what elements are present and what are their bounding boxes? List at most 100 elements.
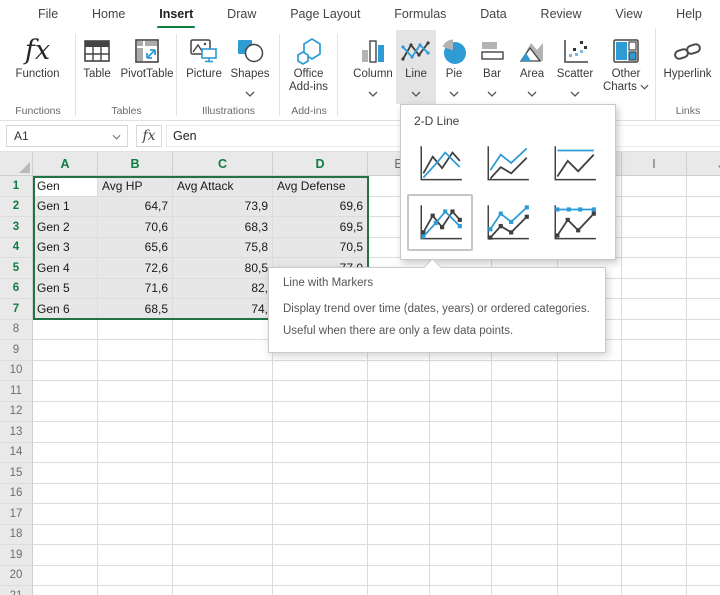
cell-G17[interactable] (492, 504, 558, 525)
cell-J18[interactable] (687, 525, 720, 546)
cell-C17[interactable] (173, 504, 273, 525)
cell-I20[interactable] (622, 566, 687, 587)
cell-E15[interactable] (368, 463, 430, 484)
cell-F13[interactable] (430, 422, 492, 443)
cell-J2[interactable] (687, 197, 720, 218)
cell-F12[interactable] (430, 402, 492, 423)
row-number-16[interactable]: 16 (0, 484, 33, 505)
cell-D10[interactable] (273, 361, 368, 382)
menu-item-formulas[interactable]: Formulas (392, 1, 448, 27)
cell-G20[interactable] (492, 566, 558, 587)
scatter-chart-button[interactable]: Scatter (552, 30, 598, 104)
gallery-item-100-percent-stacked-line-with-markers[interactable] (541, 194, 607, 251)
other-charts-button[interactable]: Other Charts (598, 30, 654, 104)
row-number-2[interactable]: 2 (0, 197, 33, 218)
cell-A3[interactable]: Gen 2 (33, 217, 98, 238)
cell-C1[interactable]: Avg Attack (173, 176, 273, 197)
cell-I10[interactable] (622, 361, 687, 382)
cell-C14[interactable] (173, 443, 273, 464)
cell-F10[interactable] (430, 361, 492, 382)
cell-I15[interactable] (622, 463, 687, 484)
cell-F17[interactable] (430, 504, 492, 525)
cell-B15[interactable] (98, 463, 173, 484)
cell-A9[interactable] (33, 340, 98, 361)
cell-J16[interactable] (687, 484, 720, 505)
row-number-5[interactable]: 5 (0, 258, 33, 279)
cell-I13[interactable] (622, 422, 687, 443)
cell-I2[interactable] (622, 197, 687, 218)
cell-J8[interactable] (687, 320, 720, 341)
cell-H15[interactable] (558, 463, 622, 484)
cell-J5[interactable] (687, 258, 720, 279)
column-chart-button[interactable]: Column (350, 30, 396, 104)
cell-G14[interactable] (492, 443, 558, 464)
name-box[interactable]: A1 (6, 125, 128, 147)
cell-B4[interactable]: 65,6 (98, 238, 173, 259)
menu-item-review[interactable]: Review (539, 1, 584, 27)
cell-J10[interactable] (687, 361, 720, 382)
gallery-item-100-percent-stacked-line[interactable] (541, 135, 607, 192)
cell-G10[interactable] (492, 361, 558, 382)
cell-E12[interactable] (368, 402, 430, 423)
cell-E18[interactable] (368, 525, 430, 546)
cell-C12[interactable] (173, 402, 273, 423)
row-number-4[interactable]: 4 (0, 238, 33, 259)
cell-B16[interactable] (98, 484, 173, 505)
cell-C4[interactable]: 75,8 (173, 238, 273, 259)
cell-A2[interactable]: Gen 1 (33, 197, 98, 218)
cell-D13[interactable] (273, 422, 368, 443)
cell-C18[interactable] (173, 525, 273, 546)
cell-H13[interactable] (558, 422, 622, 443)
cell-F14[interactable] (430, 443, 492, 464)
cell-G16[interactable] (492, 484, 558, 505)
row-number-14[interactable]: 14 (0, 443, 33, 464)
cell-B6[interactable]: 71,6 (98, 279, 173, 300)
cell-I5[interactable] (622, 258, 687, 279)
cell-A1[interactable]: Gen (33, 176, 98, 197)
cell-H16[interactable] (558, 484, 622, 505)
cell-J13[interactable] (687, 422, 720, 443)
cell-I9[interactable] (622, 340, 687, 361)
cell-F18[interactable] (430, 525, 492, 546)
column-header-b[interactable]: B (98, 152, 173, 176)
pivottable-button[interactable]: PivotTable (118, 30, 176, 104)
cell-J17[interactable] (687, 504, 720, 525)
cell-A18[interactable] (33, 525, 98, 546)
column-header-j[interactable]: J (687, 152, 720, 176)
cell-H18[interactable] (558, 525, 622, 546)
cell-A17[interactable] (33, 504, 98, 525)
cell-I14[interactable] (622, 443, 687, 464)
cell-D20[interactable] (273, 566, 368, 587)
row-number-20[interactable]: 20 (0, 566, 33, 587)
cell-A4[interactable]: Gen 3 (33, 238, 98, 259)
cell-A19[interactable] (33, 545, 98, 566)
cell-A13[interactable] (33, 422, 98, 443)
cell-D2[interactable]: 69,6 (273, 197, 368, 218)
cell-A11[interactable] (33, 381, 98, 402)
row-number-17[interactable]: 17 (0, 504, 33, 525)
gallery-item-line[interactable] (407, 135, 473, 192)
cell-D3[interactable]: 69,5 (273, 217, 368, 238)
cell-A6[interactable]: Gen 5 (33, 279, 98, 300)
cell-D11[interactable] (273, 381, 368, 402)
cell-D4[interactable]: 70,5 (273, 238, 368, 259)
cell-J14[interactable] (687, 443, 720, 464)
cell-J21[interactable] (687, 586, 720, 595)
cell-I18[interactable] (622, 525, 687, 546)
cell-G19[interactable] (492, 545, 558, 566)
column-header-d[interactable]: D (273, 152, 368, 176)
row-number-9[interactable]: 9 (0, 340, 33, 361)
cell-D17[interactable] (273, 504, 368, 525)
cell-C9[interactable] (173, 340, 273, 361)
row-number-3[interactable]: 3 (0, 217, 33, 238)
bar-chart-button[interactable]: Bar (472, 30, 512, 104)
cell-H10[interactable] (558, 361, 622, 382)
cell-D21[interactable] (273, 586, 368, 595)
cell-A21[interactable] (33, 586, 98, 595)
cell-E21[interactable] (368, 586, 430, 595)
cell-G21[interactable] (492, 586, 558, 595)
cell-D18[interactable] (273, 525, 368, 546)
cell-B9[interactable] (98, 340, 173, 361)
row-number-12[interactable]: 12 (0, 402, 33, 423)
row-number-10[interactable]: 10 (0, 361, 33, 382)
